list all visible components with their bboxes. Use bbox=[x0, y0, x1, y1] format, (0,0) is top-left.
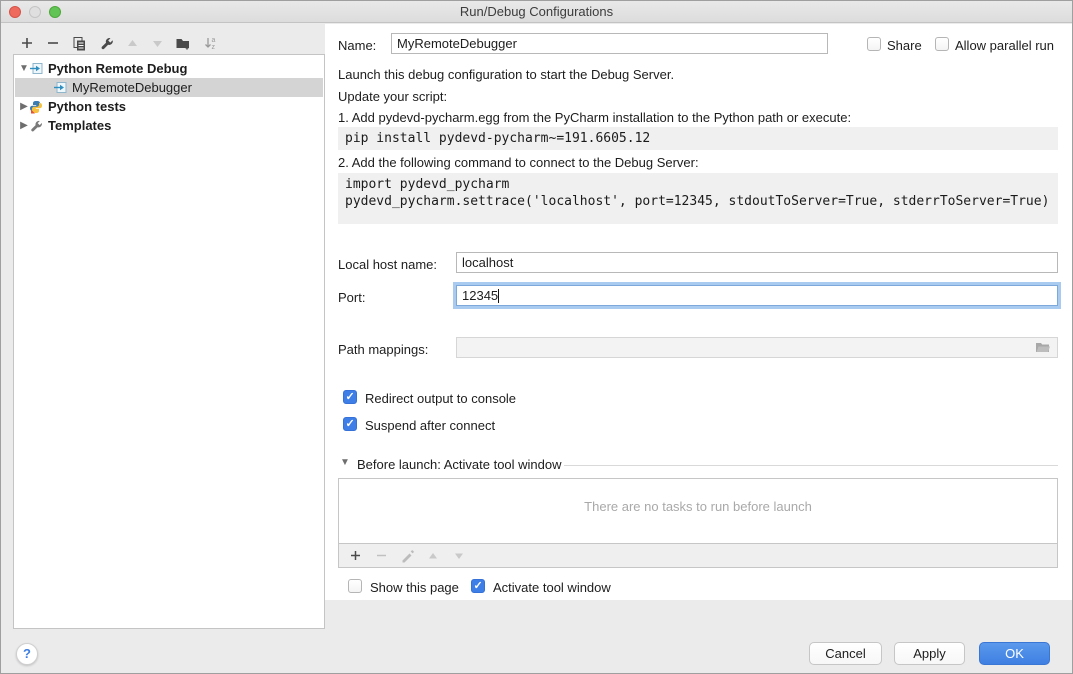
activate-tool-window-label: Activate tool window bbox=[493, 580, 611, 595]
description-line-1: Launch this debug configuration to start… bbox=[338, 67, 674, 82]
svg-text:z: z bbox=[211, 44, 215, 51]
move-task-down-icon bbox=[451, 548, 467, 564]
redirect-output-checkbox[interactable] bbox=[343, 390, 357, 404]
python-icon bbox=[29, 100, 45, 114]
help-button[interactable]: ? bbox=[16, 643, 38, 665]
svg-text:a: a bbox=[211, 37, 215, 44]
window-title: Run/Debug Configurations bbox=[1, 4, 1072, 19]
remove-configuration-button[interactable] bbox=[44, 34, 62, 52]
code-line-import: import pydevd_pycharm bbox=[345, 177, 509, 192]
run-debug-configurations-dialog: Run/Debug Configurations az ▼ Python Rem… bbox=[0, 0, 1073, 674]
suspend-after-connect-label: Suspend after connect bbox=[365, 418, 495, 433]
empty-tasks-message: There are no tasks to run before launch bbox=[339, 499, 1057, 514]
description-line-2: Update your script: bbox=[338, 89, 447, 104]
tree-item-python-tests[interactable]: ▶ Python tests bbox=[15, 97, 323, 116]
code-line-settrace: pydevd_pycharm.settrace('localhost', por… bbox=[345, 194, 1049, 209]
remote-debug-config-icon bbox=[29, 62, 45, 76]
share-checkbox[interactable] bbox=[867, 37, 881, 51]
local-host-name-label: Local host name: bbox=[338, 257, 437, 272]
tree-item-python-remote-debug[interactable]: ▼ Python Remote Debug bbox=[15, 59, 323, 78]
local-host-name-input[interactable] bbox=[456, 252, 1058, 273]
name-input[interactable] bbox=[391, 33, 828, 54]
expand-arrow-icon[interactable]: ▶ bbox=[19, 120, 29, 131]
settrace-code-block: import pydevd_pycharm pydevd_pycharm.set… bbox=[338, 173, 1058, 224]
collapse-arrow-icon[interactable]: ▼ bbox=[19, 63, 29, 74]
path-mappings-input bbox=[456, 337, 1058, 358]
port-value: 12345 bbox=[462, 288, 498, 303]
wrench-icon bbox=[29, 119, 45, 133]
tree-item-label: Templates bbox=[48, 118, 111, 133]
tree-item-myremotedebugger-selected[interactable]: MyRemoteDebugger bbox=[15, 78, 323, 97]
configurations-tree: ▼ Python Remote Debug MyRemoteDebugger ▶… bbox=[13, 54, 325, 629]
tree-item-label: Python Remote Debug bbox=[48, 61, 187, 76]
collapse-section-icon[interactable]: ▼ bbox=[340, 457, 350, 468]
edit-templates-wrench-icon[interactable] bbox=[97, 34, 115, 52]
copy-configuration-icon[interactable] bbox=[70, 34, 88, 52]
create-folder-icon[interactable] bbox=[174, 34, 192, 52]
before-launch-task-list[interactable]: There are no tasks to run before launch bbox=[338, 478, 1058, 544]
step-2-text: 2. Add the following command to connect … bbox=[338, 155, 699, 170]
path-mappings-label: Path mappings: bbox=[338, 342, 428, 357]
allow-parallel-run-checkbox[interactable] bbox=[935, 37, 949, 51]
task-list-toolbar bbox=[338, 543, 1058, 568]
sort-alphabetically-icon[interactable]: az bbox=[201, 34, 219, 52]
remote-debug-config-icon bbox=[53, 81, 69, 95]
pip-install-code-block: pip install pydevd-pycharm~=191.6605.12 bbox=[338, 127, 1058, 150]
redirect-output-label: Redirect output to console bbox=[365, 391, 516, 406]
name-label: Name: bbox=[338, 38, 376, 53]
step-1-text: 1. Add pydevd-pycharm.egg from the PyCha… bbox=[338, 110, 851, 125]
expand-arrow-icon[interactable]: ▶ bbox=[19, 101, 29, 112]
text-caret bbox=[498, 289, 499, 303]
activate-tool-window-checkbox[interactable] bbox=[471, 579, 485, 593]
show-this-page-checkbox[interactable] bbox=[348, 579, 362, 593]
remove-task-icon bbox=[373, 548, 389, 564]
cancel-button[interactable]: Cancel bbox=[809, 642, 882, 665]
suspend-after-connect-checkbox[interactable] bbox=[343, 417, 357, 431]
port-label: Port: bbox=[338, 290, 365, 305]
share-label: Share bbox=[887, 38, 922, 53]
ok-button[interactable]: OK bbox=[979, 642, 1050, 665]
apply-button[interactable]: Apply bbox=[894, 642, 965, 665]
move-up-icon bbox=[123, 34, 141, 52]
add-configuration-button[interactable] bbox=[18, 34, 36, 52]
browse-folder-icon bbox=[1035, 341, 1051, 354]
move-task-up-icon bbox=[425, 548, 441, 564]
before-launch-header: Before launch: Activate tool window bbox=[357, 457, 562, 472]
allow-parallel-run-label: Allow parallel run bbox=[955, 38, 1054, 53]
move-down-icon bbox=[148, 34, 166, 52]
show-this-page-label: Show this page bbox=[370, 580, 459, 595]
add-task-button[interactable] bbox=[347, 548, 363, 564]
title-bar: Run/Debug Configurations bbox=[1, 1, 1072, 23]
tree-item-templates[interactable]: ▶ Templates bbox=[15, 116, 323, 135]
port-input[interactable]: 12345 bbox=[456, 285, 1058, 306]
section-separator bbox=[564, 465, 1058, 466]
edit-task-pencil-icon bbox=[399, 548, 415, 564]
tree-item-label: MyRemoteDebugger bbox=[72, 80, 192, 95]
tree-item-label: Python tests bbox=[48, 99, 126, 114]
